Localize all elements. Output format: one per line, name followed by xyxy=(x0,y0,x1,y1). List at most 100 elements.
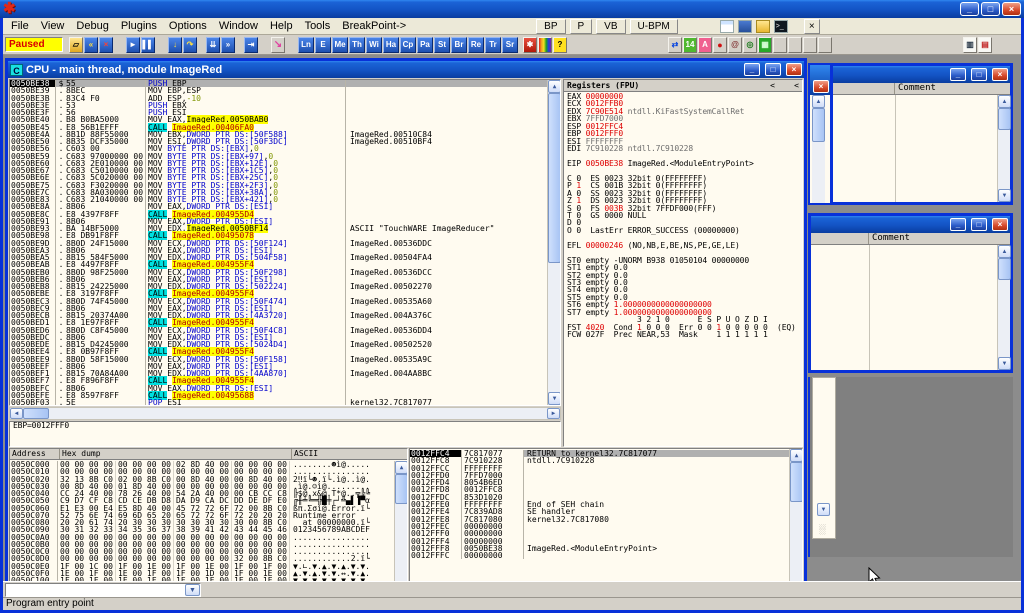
scroll-down-icon[interactable]: ▼ xyxy=(998,357,1011,370)
stack-scrollbar[interactable]: ▲ xyxy=(789,449,802,581)
close-button[interactable]: × xyxy=(1002,2,1021,16)
menu-breakpoint[interactable]: BreakPoint-> xyxy=(336,19,412,33)
command-combobox[interactable]: ▼ xyxy=(5,583,201,597)
hscroll-thumb[interactable] xyxy=(23,408,49,419)
restart-button[interactable]: « xyxy=(84,37,98,53)
scroll-up-icon[interactable]: ▲ xyxy=(790,449,803,462)
scroll-thumb[interactable] xyxy=(998,258,1011,280)
register-line[interactable]: EFL 00000246 (NO,NB,E,BE,NS,PE,GE,LE) xyxy=(564,242,802,249)
comment-window-2-titlebar[interactable]: _ □ × xyxy=(811,216,1010,233)
menubar-vb-button[interactable]: VB xyxy=(596,19,625,34)
dump-pane[interactable]: Address Hex dump ASCII 0050C00000 00 00 … xyxy=(9,448,408,581)
run-button[interactable]: ► xyxy=(126,37,140,53)
disasm-row[interactable]: 0050BE38$55PUSH EBP xyxy=(10,80,547,87)
column-header-blank[interactable] xyxy=(811,233,869,244)
plugin-14-button[interactable]: 14 xyxy=(683,37,697,53)
menubar-u-bpm-button[interactable]: U-BPM xyxy=(630,19,678,34)
plugin-grid-button[interactable]: ▦ xyxy=(758,37,772,53)
toolbar-pa-button[interactable]: Pa xyxy=(417,37,433,53)
comment2-close-button[interactable]: × xyxy=(992,218,1008,231)
scroll-thumb[interactable] xyxy=(998,108,1011,130)
cpu-titlebar[interactable]: C CPU - main thread, module ImageRed _ □… xyxy=(8,61,804,78)
pause-button[interactable]: ▌▌ xyxy=(141,37,155,53)
scroll-down-icon[interactable]: ▼ xyxy=(998,189,1011,202)
toolbar-tr-button[interactable]: Tr xyxy=(485,37,501,53)
disasm-row[interactable]: 0050BE3B.83C4 F0ADD ESP,-10 xyxy=(10,95,547,102)
disassembly-scrollbar[interactable]: ▲ ▼ xyxy=(547,80,560,405)
menu-help[interactable]: Help xyxy=(264,19,299,33)
menu-plugins[interactable]: Plugins xyxy=(115,19,163,33)
animate-over-button[interactable]: » xyxy=(221,37,235,53)
disasm-row[interactable]: 0050BED6.8B0D C8F45000MOV ECX,DWORD PTR … xyxy=(10,327,547,334)
menu-window[interactable]: Window xyxy=(213,19,264,33)
comment1-maximize-button[interactable]: □ xyxy=(971,68,987,81)
comment-window-2-body[interactable]: ▲ ▼ xyxy=(811,245,1010,370)
disasm-row[interactable]: 0050BEF7.E8 F896F8FFCALL ImageRed.004955… xyxy=(10,377,547,384)
toolbar-blank-button-1[interactable] xyxy=(773,37,787,53)
animate-into-button[interactable]: ⇊ xyxy=(206,37,220,53)
plugin-swap-button[interactable]: ⇄ xyxy=(668,37,682,53)
menu-debug[interactable]: Debug xyxy=(70,19,114,33)
scroll-up-icon[interactable]: ▲ xyxy=(395,461,408,474)
toolbar-ln-button[interactable]: Ln xyxy=(298,37,314,53)
scroll-right-icon[interactable]: ► xyxy=(547,408,560,419)
folder-icon[interactable] xyxy=(756,20,770,33)
toolbar-th-button[interactable]: Th xyxy=(349,37,365,53)
comment1-close-button[interactable]: × xyxy=(992,68,1008,81)
minimize-button[interactable]: _ xyxy=(960,2,979,16)
resize-grip-icon[interactable]: ░ xyxy=(819,524,825,534)
panel-layout-button-2[interactable]: ▤ xyxy=(978,37,992,53)
toolbar-blank-button-4[interactable] xyxy=(818,37,832,53)
toolbar-cp-button[interactable]: Cp xyxy=(400,37,416,53)
scroll-thumb[interactable] xyxy=(812,108,825,142)
comment1-minimize-button[interactable]: _ xyxy=(950,68,966,81)
scroll-thumb[interactable] xyxy=(790,462,803,502)
menu-file[interactable]: File xyxy=(5,19,35,33)
menu-options[interactable]: Options xyxy=(163,19,213,33)
help-button[interactable]: ? xyxy=(553,37,567,53)
registers-pane[interactable]: Registers (FPU) < < EAX 00000000ECX 0012… xyxy=(563,79,803,447)
plugin-record-button[interactable]: ● xyxy=(713,37,727,53)
comment2-maximize-button[interactable]: □ xyxy=(971,218,987,231)
scroll-thumb[interactable] xyxy=(395,474,408,504)
register-line[interactable]: FCW 027F Prec NEAR,53 Mask 1 1 1 1 1 1 xyxy=(564,331,802,338)
comment-window-1-body[interactable]: ▲ ▼ xyxy=(833,95,1010,202)
execute-till-return-button[interactable]: ⇥ xyxy=(244,37,258,53)
column-header-blank[interactable] xyxy=(833,83,895,94)
plugin-target-button[interactable]: ◎ xyxy=(743,37,757,53)
disasm-row[interactable]: 0050BEC3.8B0D 74F45000MOV ECX,DWORD PTR … xyxy=(10,298,547,305)
menu-view[interactable]: View xyxy=(35,19,71,33)
scroll-down-icon[interactable]: ▼ xyxy=(548,392,561,405)
toolbar-st-button[interactable]: St xyxy=(434,37,450,53)
open-file-button[interactable]: ▱ xyxy=(69,37,83,53)
scroll-up-icon[interactable]: ▲ xyxy=(998,245,1011,258)
toolbar-e-button[interactable]: E xyxy=(315,37,331,53)
menubar-close-button[interactable]: × xyxy=(804,19,820,34)
toolbar-blank-button-3[interactable] xyxy=(803,37,817,53)
toolbar-me-button[interactable]: Me xyxy=(332,37,348,53)
stack-pane[interactable]: 0012FFC47C817077RETURN to kernel32.7C817… xyxy=(409,448,803,581)
book-icon[interactable] xyxy=(738,20,752,33)
panel-layout-button-1[interactable]: ▥ xyxy=(963,37,977,53)
hidden-window-close-button[interactable]: × xyxy=(813,80,829,93)
scroll-up-icon[interactable]: ▲ xyxy=(998,95,1011,108)
disasm-row[interactable]: 0050BE8C.E8 4397F8FFCALL ImageRed.004955… xyxy=(10,211,547,218)
register-line[interactable]: EDI 7C910228 ntdll.7C910228 xyxy=(564,145,802,152)
plugin-a-button[interactable]: A xyxy=(698,37,712,53)
menu-tools[interactable]: Tools xyxy=(299,19,337,33)
go-to-address-button[interactable]: ↘ xyxy=(271,37,285,53)
menubar-p-button[interactable]: P xyxy=(570,19,593,34)
comment2-scrollbar[interactable]: ▲ ▼ xyxy=(997,245,1010,370)
scroll-down-icon[interactable]: ▼ xyxy=(817,503,830,516)
step-into-button[interactable]: ↓ xyxy=(168,37,182,53)
cpu-maximize-button[interactable]: □ xyxy=(765,63,781,76)
toolbar-sr-button[interactable]: Sr xyxy=(502,37,518,53)
empty-window-panel[interactable]: ▼ ░ xyxy=(812,377,836,539)
cpu-close-button[interactable]: × xyxy=(786,63,802,76)
register-line[interactable]: O 0 LastErr ERROR_SUCCESS (00000000) xyxy=(564,227,802,234)
maximize-button[interactable]: □ xyxy=(981,2,1000,16)
toolbar-blank-button-2[interactable] xyxy=(788,37,802,53)
disasm-row[interactable]: 0050BEFE.E8 8597F8FFCALL ImageRed.004956… xyxy=(10,392,547,399)
comment2-minimize-button[interactable]: _ xyxy=(950,218,966,231)
menubar-bp-button[interactable]: BP xyxy=(536,19,565,34)
